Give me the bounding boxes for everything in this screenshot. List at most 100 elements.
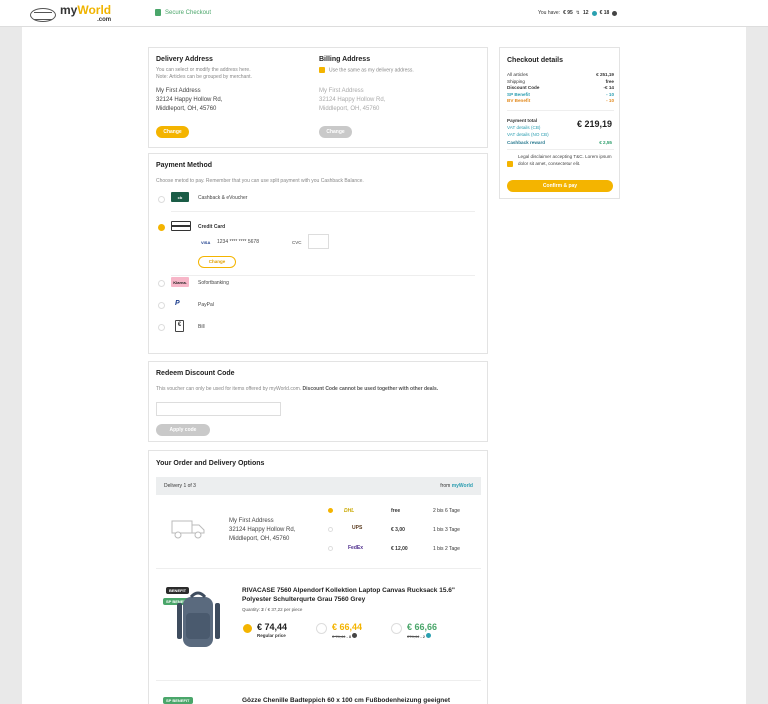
payment-card: Payment Method Choose metod to pay. Reme… bbox=[148, 153, 488, 354]
delivery-address-section: Delivery Address You can select or modif… bbox=[156, 56, 306, 114]
address-card: Delivery Address You can select or modif… bbox=[148, 47, 488, 148]
delivery-change-button[interactable]: Change bbox=[156, 126, 189, 138]
shipping-time-dhl: 2 bis 6 Tage bbox=[433, 508, 460, 514]
secure-checkout-label: Secure Checkout bbox=[165, 9, 212, 16]
backpack-image[interactable] bbox=[171, 589, 226, 653]
radio-shipping-dhl[interactable] bbox=[328, 508, 333, 513]
divider bbox=[507, 149, 614, 150]
radio-regular-price[interactable] bbox=[243, 624, 252, 633]
divider bbox=[507, 110, 614, 111]
cashback-icon: cb bbox=[171, 192, 189, 202]
checkout-row-value: - 10 bbox=[606, 98, 614, 103]
delivery-addr-line3: Middleport, OH, 45760 bbox=[156, 106, 217, 112]
regular-price: € 74,44 bbox=[257, 622, 288, 632]
sofort-label[interactable]: Sofortbanking bbox=[198, 280, 229, 286]
secure-checkout: Secure Checkout bbox=[155, 9, 211, 16]
order-addr-line2: 32124 Happy Hollow Rd, bbox=[229, 527, 296, 533]
credit-card-icon bbox=[171, 221, 191, 231]
delivery-addr-line2: 32124 Happy Hollow Rd, bbox=[156, 97, 223, 103]
cashback-label[interactable]: Cashback & eVoucher bbox=[198, 195, 247, 201]
card-change-button[interactable]: Change bbox=[198, 256, 236, 268]
checkout-row-label: BV Benefit bbox=[507, 98, 531, 103]
bill-icon: € bbox=[175, 320, 184, 332]
radio-sp-price[interactable] bbox=[316, 623, 327, 634]
order-card: Your Order and Delivery Options Delivery… bbox=[148, 450, 488, 704]
shipping-time-fedex: 1 bis 2 Tage bbox=[433, 546, 460, 552]
balance-summary: You have: € 95 ↯ 12 € 18 bbox=[538, 10, 618, 16]
billing-same-option[interactable]: Use the same as my delivery address. bbox=[319, 67, 484, 74]
cvc-input[interactable] bbox=[308, 234, 329, 249]
radio-bill[interactable] bbox=[158, 324, 165, 331]
merchant-link[interactable]: myWorld bbox=[452, 483, 473, 489]
arrow-icon: ↯ bbox=[575, 10, 580, 16]
regular-price-label: Regular price bbox=[257, 633, 286, 638]
radio-sofort[interactable] bbox=[158, 280, 165, 287]
delivery-addr-line1: My First Address bbox=[156, 88, 201, 94]
cvc-label: CVC bbox=[292, 240, 302, 245]
shipping-price-ups: € 3,00 bbox=[391, 527, 405, 533]
vat-details-cb-link[interactable]: VAT details (CB) bbox=[507, 125, 540, 130]
paypal-label[interactable]: PayPal bbox=[198, 302, 214, 308]
logo-text-main: my bbox=[60, 3, 78, 17]
quantity-value[interactable]: 2 bbox=[261, 607, 264, 612]
delivery-count-label: Delivery 1 of 3 bbox=[164, 483, 196, 489]
sp-old-price: € 74,44 bbox=[332, 634, 346, 639]
product-1-name[interactable]: RIVACASE 7560 Alpendorf Kollektion Lapto… bbox=[242, 586, 467, 604]
cashback-reward-label: Cashback reward bbox=[507, 140, 546, 145]
discount-note-bold: Discount Code cannot be used together wi… bbox=[302, 386, 439, 392]
checkbox-checked-icon[interactable] bbox=[507, 160, 513, 167]
product-1-quantity: Quantity: 2 / € 37,22 per piece bbox=[242, 607, 302, 612]
radio-bv-price[interactable] bbox=[391, 623, 402, 634]
voucher-coin-icon bbox=[612, 10, 618, 16]
radio-paypal[interactable] bbox=[158, 302, 165, 309]
klarna-icon: Klarna. bbox=[171, 277, 189, 287]
payment-note: Choose metod to pay. Remember that you c… bbox=[156, 178, 364, 184]
billing-change-button[interactable]: Change bbox=[319, 126, 352, 138]
delivery-note-2: Note: Articles can be grouped by merchan… bbox=[156, 74, 252, 80]
bv-old-price: €74,44 bbox=[407, 634, 420, 639]
myworld-logo[interactable]: myWorld .com bbox=[30, 3, 111, 25]
lock-icon bbox=[155, 9, 161, 16]
bv-savings: - 2 bbox=[420, 634, 426, 639]
shipping-price-dhl: free bbox=[391, 508, 401, 514]
vat-details-nocb-link[interactable]: VAT details (NO CB) bbox=[507, 132, 549, 137]
order-addr-line3: Middleport, OH, 45760 bbox=[229, 536, 290, 542]
billing-addr-line3: Middleport, OH, 45760 bbox=[319, 106, 380, 113]
radio-cashback[interactable] bbox=[158, 196, 165, 203]
radio-credit-card[interactable] bbox=[158, 224, 165, 231]
billing-address-title: Billing Address bbox=[319, 56, 371, 63]
billing-addr-line1: My First Address bbox=[319, 88, 364, 95]
order-delivery-address: My First Address 32124 Happy Hollow Rd, … bbox=[229, 517, 295, 544]
sp-price: € 66,44 bbox=[332, 622, 363, 632]
fedex-logo: FedEx bbox=[348, 545, 364, 551]
payment-total-value: € 219,19 bbox=[576, 119, 612, 129]
checkout-title: Checkout details bbox=[507, 57, 564, 64]
paypal-icon: P bbox=[175, 300, 180, 307]
unit-price: / € 37,22 per piece bbox=[265, 607, 303, 612]
credit-card-label[interactable]: Credit Card bbox=[198, 224, 225, 230]
legal-checkbox[interactable] bbox=[507, 155, 517, 173]
balance-voucher: € 18 bbox=[599, 10, 610, 16]
billing-address-section: Billing Address Use the same as my deliv… bbox=[319, 56, 484, 114]
radio-shipping-fedex[interactable] bbox=[328, 546, 333, 551]
discount-code-input[interactable] bbox=[156, 402, 281, 416]
balance-points: 12 bbox=[583, 10, 589, 16]
checkbox-checked-icon[interactable] bbox=[319, 67, 325, 73]
confirm-pay-button[interactable]: Confirm & pay bbox=[507, 180, 613, 192]
payment-total-label: Payment total bbox=[507, 118, 538, 123]
balance-label: You have: bbox=[538, 10, 561, 16]
order-addr-line1: My First Address bbox=[229, 518, 274, 524]
apply-code-button[interactable]: Apply code bbox=[156, 424, 210, 436]
bill-label[interactable]: Bill bbox=[198, 324, 205, 330]
checkout-row: BV Benefit - 10 bbox=[507, 98, 614, 105]
sp-benefit-badge-2: SP BENEFIT bbox=[163, 697, 193, 704]
divider bbox=[171, 275, 475, 276]
truck-icon bbox=[171, 519, 206, 539]
divider bbox=[171, 211, 475, 212]
quantity-label: Quantity: bbox=[242, 607, 261, 612]
globe-icon bbox=[30, 8, 56, 22]
product-2-name[interactable]: Gözze Chenille Badteppich 60 x 100 cm Fu… bbox=[242, 697, 472, 704]
delivery-address-title: Delivery Address bbox=[156, 56, 213, 63]
radio-shipping-ups[interactable] bbox=[328, 527, 333, 532]
billing-same-label: Use the same as my delivery address. bbox=[329, 67, 414, 74]
